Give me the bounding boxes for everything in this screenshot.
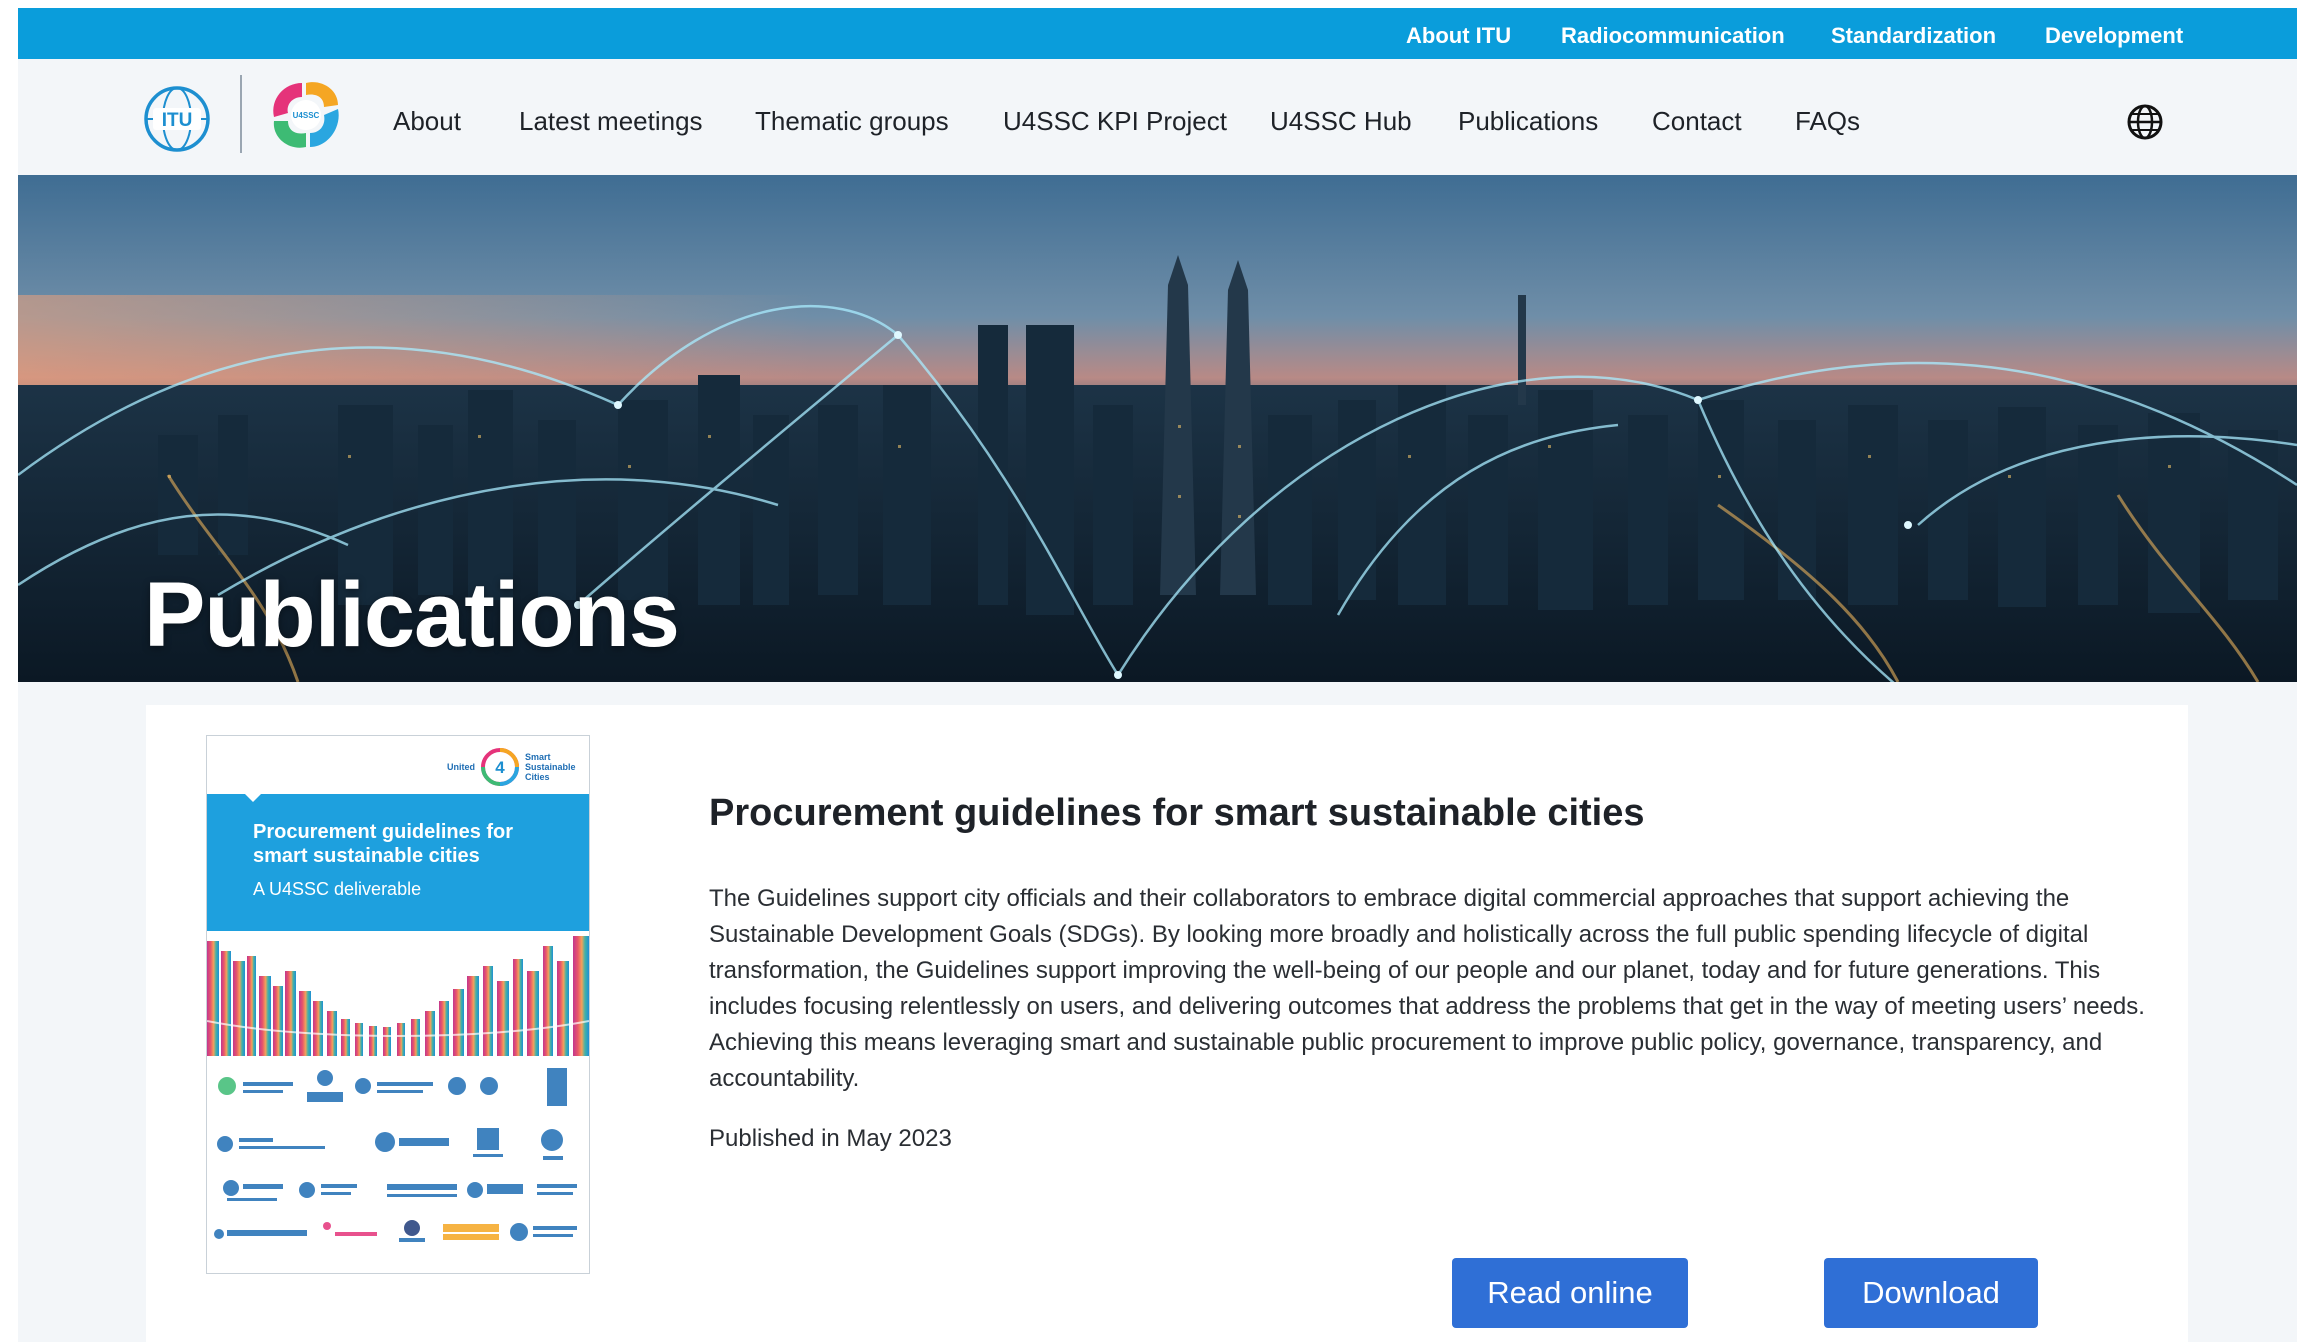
svg-text:ITU: ITU [162,110,193,131]
top-link-about-itu[interactable]: About ITU [1406,23,1511,49]
publication-description: The Guidelines support city officials an… [709,885,2145,1092]
page-title: Publications [144,564,680,666]
top-link-development[interactable]: Development [2045,23,2183,49]
publication-date: Published in May 2023 [709,1125,952,1152]
download-button[interactable]: Download [1824,1258,2038,1328]
hero-banner: Publications [18,175,2297,682]
nav-u4ssc-hub[interactable]: U4SSC Hub [1270,106,1412,137]
u4ssc-mini-logo: 4 [481,748,519,786]
read-online-button[interactable]: Read online [1452,1258,1688,1328]
top-link-standardization[interactable]: Standardization [1831,23,1996,49]
nav-faqs[interactable]: FAQs [1795,106,1860,137]
top-utility-bar: About ITU Radiocommunication Standardiza… [18,8,2297,59]
nav-kpi-project[interactable]: U4SSC KPI Project [1003,106,1227,137]
partner-logos [214,1068,577,1242]
publication-card: United 4 Smart Sustainable Cities Procur… [146,705,2188,1342]
main-nav: ITU U4SSC About Latest meetings Thematic… [18,59,2297,175]
nav-thematic-groups[interactable]: Thematic groups [755,106,949,137]
nav-publications[interactable]: Publications [1458,106,1598,137]
cover-title-band: Procurement guidelines for smart sustain… [207,794,589,931]
u4ssc-logo[interactable]: U4SSC [266,75,346,155]
publication-title[interactable]: Procurement guidelines for smart sustain… [709,792,1645,835]
cover-title: Procurement guidelines for smart sustain… [253,821,514,867]
logo-divider [240,75,242,153]
publication-cover[interactable]: United 4 Smart Sustainable Cities Procur… [206,735,590,1274]
globe-icon[interactable] [2126,103,2164,141]
top-link-radiocommunication[interactable]: Radiocommunication [1561,23,1785,49]
svg-text:U4SSC: U4SSC [293,111,320,120]
nav-contact[interactable]: Contact [1652,106,1742,137]
svg-text:4: 4 [495,758,505,777]
nav-latest-meetings[interactable]: Latest meetings [519,106,703,137]
nav-about[interactable]: About [393,106,461,137]
cover-city-illustration [207,931,589,1056]
cover-subtitle: A U4SSC deliverable [253,879,422,899]
itu-logo[interactable]: ITU [143,85,211,153]
cover-brand: United 4 Smart Sustainable Cities [447,748,581,786]
page-frame: About ITU Radiocommunication Standardiza… [18,8,2297,1342]
